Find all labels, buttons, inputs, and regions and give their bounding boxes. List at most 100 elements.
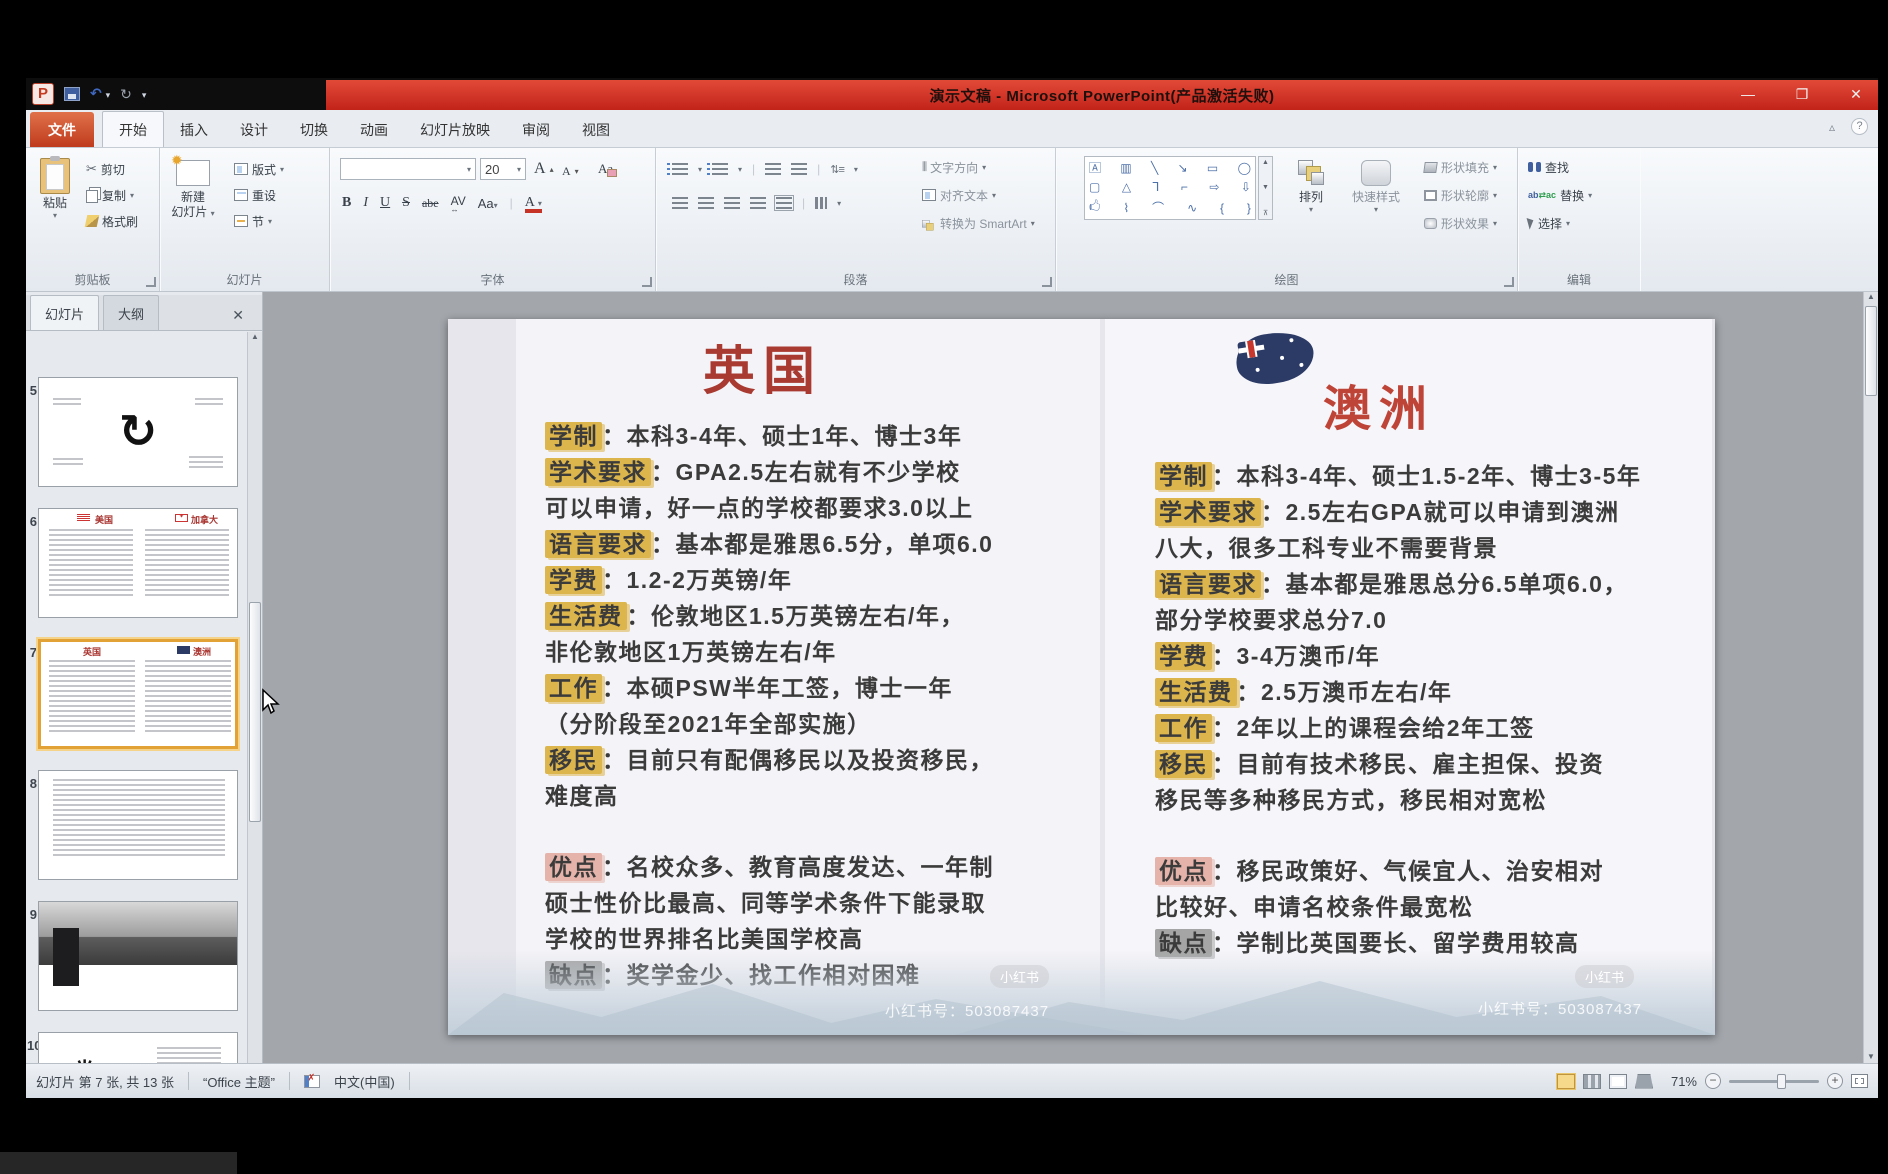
undo-button[interactable]: ↶ ▾ [90,82,110,106]
minimize-button[interactable]: — [1734,86,1762,102]
reading-view-icon[interactable] [1609,1074,1627,1089]
align-center-icon[interactable] [698,197,714,209]
ribbon-tab[interactable]: 视图 [566,112,626,147]
save-icon[interactable] [64,87,80,101]
slide-canvas[interactable]: 英国 澳洲 学制：本科3-4年、硕士1年、博士3年 学术要求：GPA2.5左右就… [448,319,1715,1035]
justify-icon[interactable] [750,197,766,209]
align-right-icon[interactable] [724,197,740,209]
close-button[interactable]: ✕ [1842,86,1870,103]
drawing-dialog-launcher[interactable] [1504,277,1514,287]
zoom-out-button[interactable]: − [1705,1073,1721,1089]
reset-button[interactable]: 重设 [234,184,276,206]
pane-scrollbar-thumb[interactable] [249,602,261,822]
ribbon-tab[interactable]: 设计 [224,112,284,147]
copy-button[interactable]: 复制▾ [86,184,134,206]
ribbon-tab[interactable]: 文件 [30,112,94,147]
normal-view-icon[interactable] [1557,1074,1575,1089]
theme-name[interactable]: “Office 主题” [203,1072,275,1091]
columns-icon[interactable] [815,197,827,209]
change-case-button[interactable]: Aa▾ [478,196,498,211]
help-icon[interactable]: ? [1851,118,1868,135]
zoom-slider-thumb[interactable] [1777,1074,1786,1089]
restore-button[interactable]: ❐ [1788,86,1816,103]
paragraph-dialog-launcher[interactable] [1042,277,1052,287]
shadow-button[interactable]: abe [422,196,439,211]
font-color-button[interactable]: A▾ [525,195,542,211]
quick-styles-button[interactable]: 快速样式 ▾ [1344,152,1408,214]
cut-icon: ✂ [86,161,97,177]
align-text-button[interactable]: 对齐文本▾ [922,184,996,206]
numbering-icon[interactable] [712,163,728,175]
convert-smartart-button[interactable]: 转换为 SmartArt▾ [922,212,1035,234]
tab-slides[interactable]: 幻灯片 [30,295,99,330]
section-icon [234,215,248,227]
clipboard-dialog-launcher[interactable] [146,277,156,287]
layout-button[interactable]: 版式▾ [234,158,284,180]
shape-outline-button[interactable]: 形状轮廓▾ [1424,184,1497,206]
pane-scrollbar[interactable]: ▲ [247,332,262,1063]
customize-qat-button[interactable]: ▾ [142,82,147,106]
ws-scrollbar-thumb[interactable] [1865,306,1877,396]
format-painter-button[interactable]: 格式刷 [86,210,138,232]
slide-sorter-view-icon[interactable] [1583,1074,1601,1089]
shape-fill-button[interactable]: 形状填充▾ [1424,156,1497,178]
slide-thumbnail-5[interactable]: 5 ↻ [38,377,238,487]
text-direction-button[interactable]: ⫼ 文字方向▾ [922,156,986,178]
shape-effects-button[interactable]: 形状效果▾ [1424,212,1497,234]
new-slide-button[interactable]: 新建 幻灯片 ▾ [166,152,220,221]
cut-button[interactable]: ✂ 剪切 [86,158,125,180]
zoom-in-button[interactable]: + [1827,1073,1843,1089]
font-name-combobox[interactable]: ▾ [340,158,476,180]
close-pane-icon[interactable]: ✕ [232,307,244,324]
quick-styles-icon [1361,160,1391,186]
slide-thumbnail-9[interactable]: 9 [38,901,238,1011]
slide-thumbnail-8[interactable]: 8 [38,770,238,880]
shape-gallery[interactable]: 🄰▥╲↘▭◯ ▢△Ꞁ⌐⇨⇩ 🖒⌇⌒∿{} [1084,156,1256,220]
clear-formatting-button[interactable]: Aa [598,158,613,180]
ribbon-tab[interactable]: 开始 [102,111,164,147]
increase-indent-icon[interactable] [791,163,807,175]
align-left-icon[interactable] [672,197,688,209]
line-spacing-icon[interactable]: ⇅≡ [830,163,844,176]
arrange-button[interactable]: 排列 ▾ [1284,152,1338,214]
slideshow-view-icon[interactable] [1635,1074,1653,1089]
ribbon-tab[interactable]: 切换 [284,112,344,147]
language-indicator[interactable]: 中文(中国) [334,1072,395,1091]
ribbon-tab[interactable]: 动画 [344,112,404,147]
spellcheck-icon[interactable] [304,1075,320,1088]
find-button[interactable]: 查找 [1528,156,1569,178]
font-size-combobox[interactable]: 20▾ [480,158,526,180]
slide-thumbnail-10[interactable]: 10 ✺ [38,1032,238,1063]
slide-thumbnail-6[interactable]: 6 美国 加拿大 [38,508,238,618]
select-button[interactable]: 选择▾ [1528,212,1570,234]
character-spacing-button[interactable]: AV↔ [451,194,466,212]
distributed-icon[interactable] [776,197,792,209]
shrink-font-button[interactable]: A▾ [562,160,579,182]
underline-button[interactable]: U [380,195,390,211]
watermark-id-right: 小红书号：503087437 [1478,998,1642,1019]
zoom-level[interactable]: 71% [1661,1074,1697,1089]
powerpoint-app-icon[interactable]: P [32,83,54,105]
paste-button[interactable]: 粘贴 ▾ [28,152,82,220]
font-dialog-launcher[interactable] [642,277,652,287]
bullets-icon[interactable] [672,163,688,175]
zoom-slider[interactable] [1729,1080,1819,1083]
tab-outline[interactable]: 大纲 [103,295,159,330]
decrease-indent-icon[interactable] [765,163,781,175]
au-text-line: 移民等多种移民方式，移民相对宽松 [1155,782,1715,818]
fit-to-window-icon[interactable] [1851,1074,1868,1088]
collapse-ribbon-icon[interactable]: ▵ [1829,120,1835,134]
replace-button[interactable]: ab⇄ac 替换▾ [1528,184,1592,206]
strikethrough-button[interactable]: S [402,195,410,211]
bold-button[interactable]: B [342,195,351,211]
ribbon-tab[interactable]: 插入 [164,112,224,147]
slide-thumbnail-7-selected[interactable]: 7 英国 澳洲 [38,639,238,749]
ribbon-tab[interactable]: 幻灯片放映 [404,112,506,147]
section-button[interactable]: 节▾ [234,210,272,232]
workspace-scrollbar[interactable]: ▲ ▼ [1863,292,1878,1063]
italic-button[interactable]: I [363,195,368,211]
shape-gallery-scrollbar[interactable]: ▲▼⊼ [1258,156,1273,220]
redo-button[interactable]: ↻ [120,83,132,105]
ribbon-tab[interactable]: 审阅 [506,112,566,147]
grow-font-button[interactable]: A▴ [534,158,554,180]
